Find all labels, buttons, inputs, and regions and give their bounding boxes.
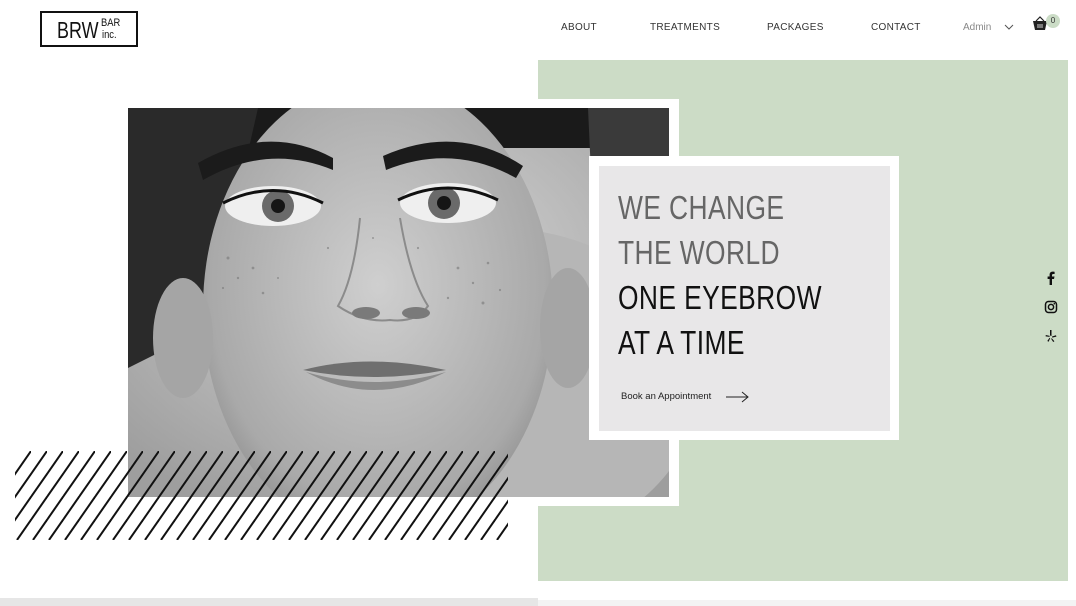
diagonal-hatch-pattern	[15, 451, 508, 540]
bottom-divider-right	[538, 600, 1076, 606]
book-appointment-link[interactable]: Book an Appointment	[621, 391, 711, 402]
logo-bar-text: BAR	[101, 17, 121, 29]
facebook-icon[interactable]	[1044, 271, 1058, 285]
cart-count-badge[interactable]: 0	[1046, 14, 1060, 28]
hero-portrait-image	[128, 108, 669, 497]
chevron-down-icon[interactable]	[1004, 21, 1014, 33]
headline-line-2: THE WORLD	[618, 234, 780, 271]
instagram-icon[interactable]	[1044, 300, 1058, 314]
headline-line-4: AT A TIME	[618, 324, 745, 361]
headline-line-3: ONE EYEBROW	[618, 279, 822, 316]
headline-line-1: WE CHANGE	[618, 189, 785, 226]
nav-packages[interactable]: PACKAGES	[767, 22, 824, 33]
arrow-right-icon[interactable]	[726, 390, 750, 404]
bottom-divider	[0, 598, 538, 606]
nav-about[interactable]: ABOUT	[561, 22, 597, 33]
logo-inc-text: inc.	[102, 29, 117, 41]
nav-contact[interactable]: CONTACT	[871, 22, 921, 33]
nav-treatments[interactable]: TREATMENTS	[650, 22, 720, 33]
account-menu-label[interactable]: Admin	[963, 22, 991, 33]
logo-main-text: BRW	[57, 17, 99, 43]
brand-logo[interactable]: BRW BAR inc.	[40, 11, 138, 47]
yelp-icon[interactable]	[1044, 329, 1058, 343]
site-header: BRW BAR inc. ABOUT TREATMENTS PACKAGES C…	[0, 0, 1076, 58]
